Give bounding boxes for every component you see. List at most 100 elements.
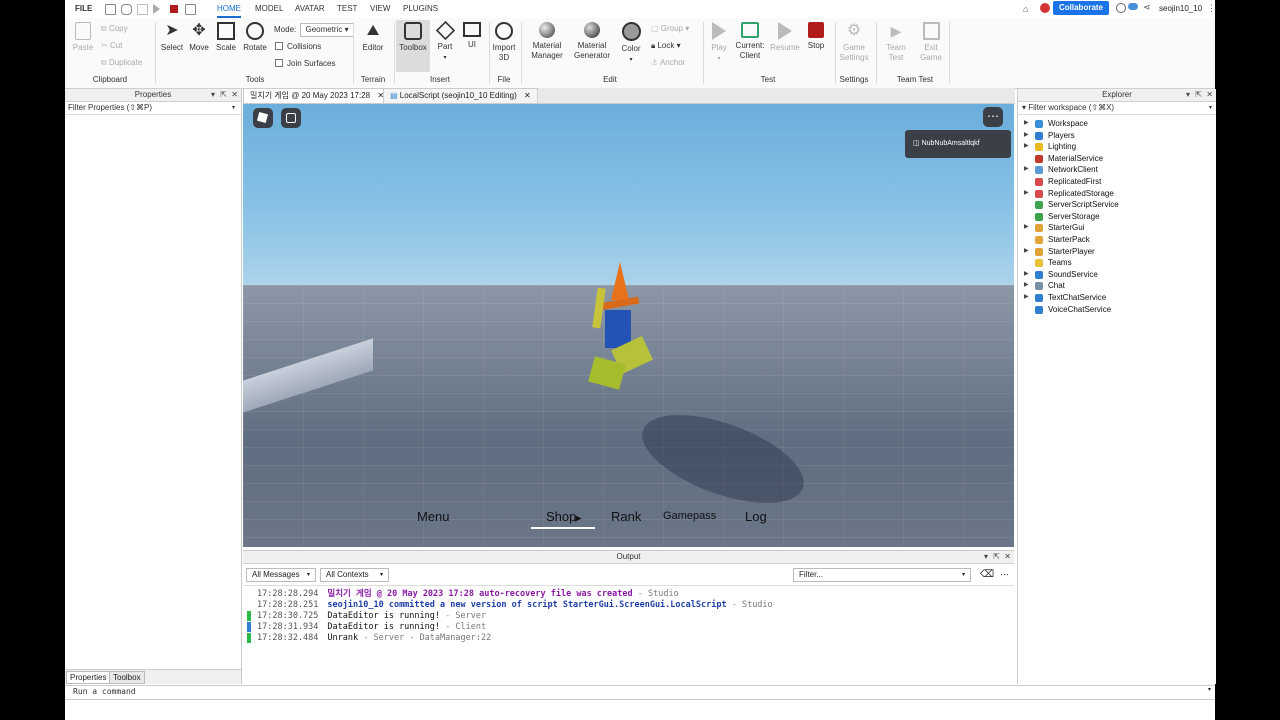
- collaborate-button[interactable]: Collaborate: [1053, 1, 1110, 15]
- panel-menu-icon[interactable]: ▾: [984, 551, 988, 563]
- output-more-icon[interactable]: ⋯: [1000, 569, 1009, 580]
- toolbox-button[interactable]: Toolbox: [396, 20, 430, 72]
- gui-gamepass-button[interactable]: Gamepass: [663, 510, 716, 522]
- part-button[interactable]: Part ▾: [433, 20, 457, 63]
- quick-access-icon[interactable]: [185, 4, 196, 15]
- close-icon[interactable]: ✕: [231, 89, 238, 101]
- move-tool[interactable]: ✥ Move: [187, 22, 211, 53]
- tab-plugins[interactable]: PLUGINS: [403, 0, 438, 18]
- doc-tab-game[interactable]: 밀치기 게임 @ 20 May 2023 17:28 ✕: [243, 88, 392, 103]
- lock-button[interactable]: 🔒︎ Lock ▾: [651, 40, 681, 52]
- anchor-button[interactable]: ⚓︎ Anchor: [651, 57, 685, 69]
- explorer-item[interactable]: Teams: [1018, 257, 1214, 268]
- stop-quick-icon[interactable]: [170, 5, 178, 13]
- game-viewport[interactable]: ⋯ ◫ NubNubAmsaltlqkf Menu Shop Rank Game…: [243, 104, 1014, 547]
- roblox-menu-button[interactable]: [253, 108, 273, 128]
- explorer-item[interactable]: ▶ Lighting: [1018, 141, 1214, 152]
- explorer-filter-input[interactable]: ▾ Filter workspace (⇧⌘X) ▾: [1018, 102, 1216, 115]
- explorer-item[interactable]: ▶ NetworkClient: [1018, 164, 1214, 175]
- explorer-item[interactable]: ▶ StarterGui: [1018, 222, 1214, 233]
- undock-icon[interactable]: ⇱: [1195, 89, 1202, 101]
- part-dropdown-icon[interactable]: ▾: [443, 55, 446, 61]
- play-button[interactable]: Play ▾: [707, 22, 731, 64]
- material-generator-button[interactable]: Material Generator: [571, 22, 613, 61]
- play-dropdown-icon[interactable]: ▾: [717, 56, 720, 62]
- explorer-item[interactable]: ▶ SoundService: [1018, 269, 1214, 280]
- exit-game-button[interactable]: Exit Game: [919, 22, 943, 63]
- contexts-filter-dropdown[interactable]: All Contexts ▾: [320, 568, 389, 582]
- resume-button[interactable]: Resume: [770, 22, 800, 53]
- current-client-button[interactable]: Current: Client: [734, 22, 766, 61]
- tab-view[interactable]: VIEW: [370, 0, 390, 18]
- undo-icon[interactable]: [121, 4, 132, 15]
- mode-dropdown[interactable]: Geometric ▾: [300, 23, 354, 37]
- more-menu-icon[interactable]: ⋮: [1207, 3, 1216, 14]
- file-menu[interactable]: FILE: [75, 0, 92, 18]
- gui-menu-button[interactable]: Menu: [417, 509, 450, 524]
- gui-log-button[interactable]: Log: [745, 509, 767, 524]
- explorer-item[interactable]: ▶ ReplicatedStorage: [1018, 188, 1214, 199]
- expand-arrow-icon[interactable]: ▶: [1024, 269, 1029, 280]
- paste-button[interactable]: Paste: [71, 22, 95, 53]
- terrain-editor-button[interactable]: ⛰ Editor: [359, 22, 387, 53]
- gui-shop-button[interactable]: Shop: [546, 509, 576, 524]
- expand-arrow-icon[interactable]: ▶: [1024, 164, 1029, 175]
- close-icon[interactable]: ✕: [1004, 551, 1011, 563]
- output-search-input[interactable]: Filter... ▾: [793, 568, 971, 582]
- tab-toolbox[interactable]: Toolbox: [109, 671, 145, 684]
- cloud-icon[interactable]: [1128, 3, 1138, 10]
- player-character[interactable]: [588, 262, 653, 394]
- explorer-item[interactable]: ▶ Chat: [1018, 280, 1214, 291]
- material-manager-button[interactable]: Material Manager: [529, 22, 565, 61]
- command-bar[interactable]: Run a command ▾: [65, 685, 1215, 700]
- home-icon[interactable]: ⌂: [1023, 4, 1028, 14]
- undock-icon[interactable]: ⇱: [993, 551, 1000, 563]
- explorer-item[interactable]: ▶ Players: [1018, 130, 1214, 141]
- tab-model[interactable]: MODEL: [255, 0, 283, 18]
- ui-button[interactable]: UI: [461, 22, 483, 50]
- explorer-item[interactable]: ReplicatedFirst: [1018, 176, 1214, 187]
- expand-arrow-icon[interactable]: ▶: [1024, 246, 1029, 257]
- tab-test[interactable]: TEST: [337, 0, 357, 18]
- import-3d-button[interactable]: Import 3D: [491, 22, 517, 63]
- stop-button[interactable]: Stop: [805, 22, 827, 51]
- properties-filter-input[interactable]: Filter Properties (⇧⌘P) ▾: [65, 102, 241, 115]
- explorer-item[interactable]: ServerStorage: [1018, 211, 1214, 222]
- explorer-item[interactable]: ▶ StarterPlayer: [1018, 246, 1214, 257]
- panel-menu-icon[interactable]: ▾: [1186, 89, 1190, 101]
- cut-button[interactable]: ✂ Cut: [101, 40, 122, 52]
- panel-menu-icon[interactable]: ▾: [211, 89, 215, 101]
- notification-icon[interactable]: [1040, 3, 1050, 13]
- game-settings-button[interactable]: ⚙ Game Settings: [838, 22, 870, 63]
- join-surfaces-checkbox[interactable]: Join Surfaces: [275, 58, 335, 70]
- tab-home[interactable]: HOME: [217, 0, 241, 18]
- username-label[interactable]: seojin10_10: [1159, 4, 1202, 13]
- chat-toggle-button[interactable]: [281, 108, 301, 128]
- close-icon[interactable]: ✕: [524, 91, 531, 100]
- group-button[interactable]: ▢ Group ▾: [651, 23, 689, 35]
- explorer-item[interactable]: StarterPack: [1018, 234, 1214, 245]
- help-icon[interactable]: [1116, 3, 1126, 13]
- expand-arrow-icon[interactable]: ▶: [1024, 222, 1029, 233]
- filter-dropdown-icon[interactable]: ▾: [1209, 102, 1212, 114]
- undock-icon[interactable]: ⇱: [220, 89, 227, 101]
- explorer-item[interactable]: VoiceChatService: [1018, 304, 1214, 315]
- team-test-button[interactable]: ▶ Team Test: [883, 22, 909, 63]
- redo-icon[interactable]: [137, 4, 148, 15]
- command-dropdown-icon[interactable]: ▾: [1208, 686, 1211, 693]
- tab-properties[interactable]: Properties: [66, 671, 111, 684]
- scale-tool[interactable]: Scale: [214, 22, 238, 53]
- expand-arrow-icon[interactable]: ▶: [1024, 292, 1029, 303]
- explorer-item[interactable]: MaterialService: [1018, 153, 1214, 164]
- expand-arrow-icon[interactable]: ▶: [1024, 141, 1029, 152]
- doc-tab-localscript[interactable]: ▤ LocalScript (seojin10_10 Editing) ✕: [383, 88, 538, 103]
- expand-arrow-icon[interactable]: ▶: [1024, 118, 1029, 129]
- explorer-item[interactable]: ▶ TextChatService: [1018, 292, 1214, 303]
- rotate-tool[interactable]: Rotate: [242, 22, 268, 53]
- close-icon[interactable]: ✕: [1206, 89, 1213, 101]
- collisions-checkbox[interactable]: Collisions: [275, 41, 321, 53]
- play-quick-icon[interactable]: [153, 4, 160, 14]
- share-icon[interactable]: ⋖: [1143, 2, 1151, 13]
- expand-arrow-icon[interactable]: ▶: [1024, 280, 1029, 291]
- expand-arrow-icon[interactable]: ▶: [1024, 188, 1029, 199]
